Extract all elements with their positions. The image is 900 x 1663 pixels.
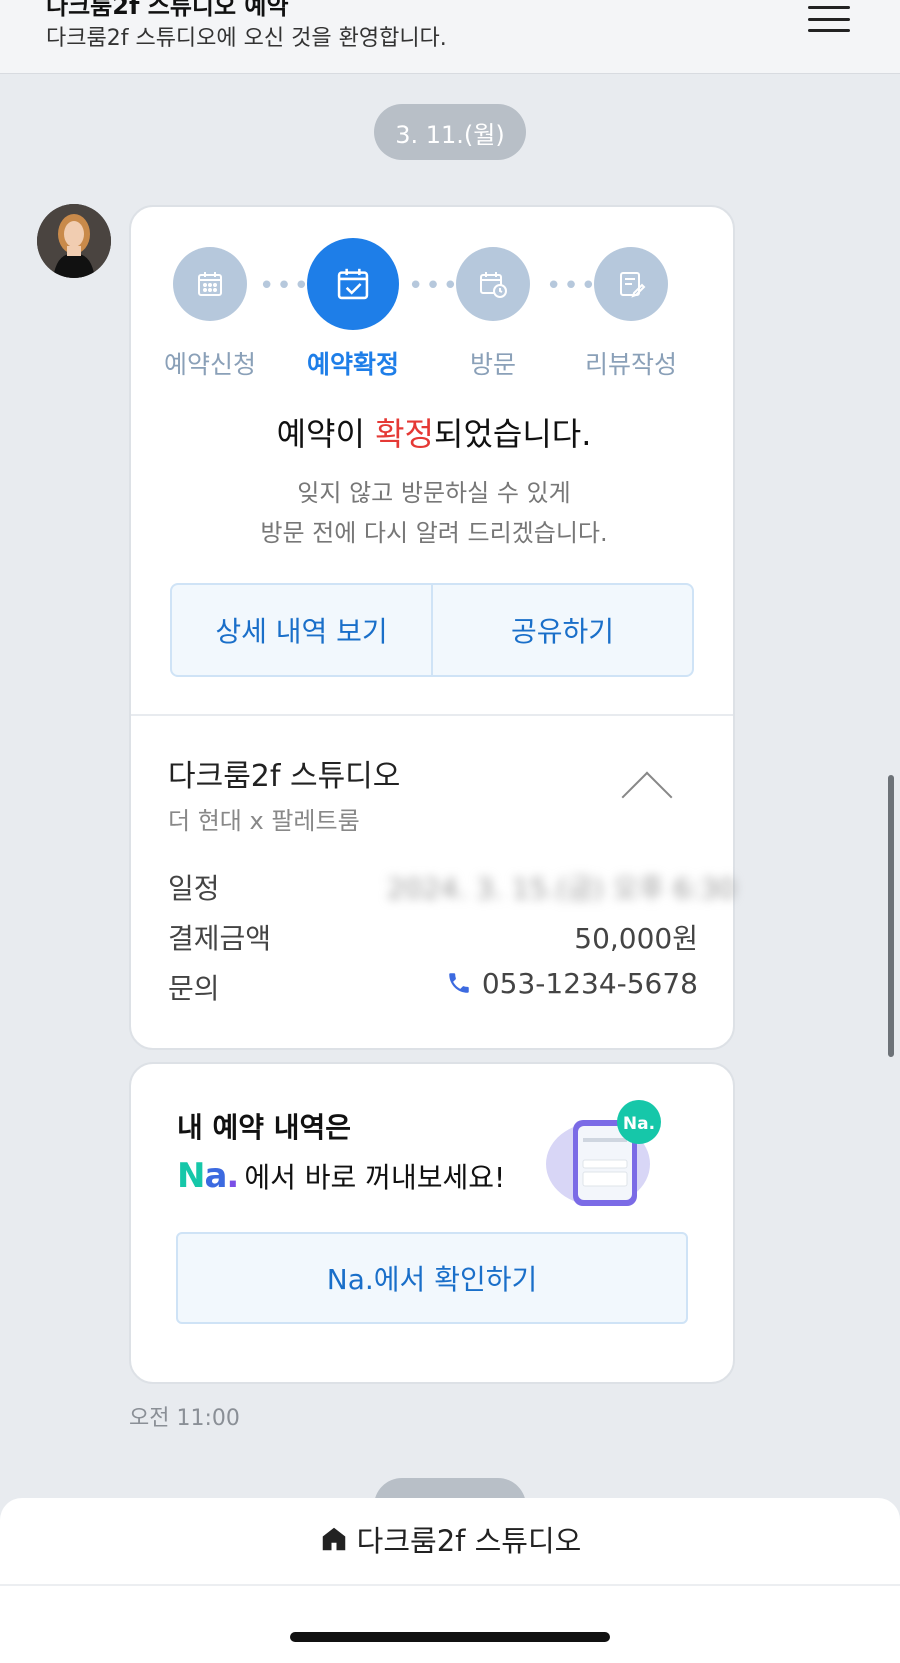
avatar[interactable] xyxy=(37,204,111,278)
header-title: 다크룸2f 스튜디오 예약 xyxy=(46,0,289,20)
step-label-review: 리뷰작성 xyxy=(584,350,677,379)
bottom-bar: 다크룸2f 스튜디오 xyxy=(0,1498,900,1663)
reservation-card: ••• ••• ••• 예약신청 예약확정 방문 리뷰작성 예약이 확정되었습니… xyxy=(129,205,737,1050)
calendar-check-icon xyxy=(307,238,399,330)
info-row-schedule: 일정 2024. 3. 15.(금) 오후 6:30 xyxy=(168,867,736,907)
home-indicator xyxy=(290,1632,610,1642)
scrollbar[interactable] xyxy=(888,775,894,1057)
chevron-up-icon[interactable] xyxy=(621,771,673,823)
step-connector: ••• xyxy=(259,271,312,301)
shop-subtitle: 더 현대 x 팔레트룸 xyxy=(168,807,360,835)
app-header: 다크룸2f 스튜디오 예약 다크룸2f 스튜디오에 오신 것을 환영합니다. xyxy=(0,0,900,74)
calendar-clock-icon xyxy=(456,247,530,321)
na-badge: Na. xyxy=(623,1114,655,1134)
na-promo-card: 내 예약 내역은 Na. 에서 바로 꺼내보세요! Na. Na.에서 확인하기 xyxy=(129,1062,735,1384)
step-connector: ••• xyxy=(408,271,461,301)
confirm-title: 예약이 확정되었습니다. xyxy=(276,415,592,453)
step-label-visit: 방문 xyxy=(469,350,516,379)
check-in-na-button[interactable]: Na.에서 확인하기 xyxy=(176,1232,688,1324)
share-button[interactable]: 공유하기 xyxy=(431,585,692,675)
step-connector: ••• xyxy=(546,271,599,301)
amount-value: 50,000원 xyxy=(574,922,698,955)
confirm-description: 잊지 않고 방문하실 수 있게 방문 전에 다시 알려 드리겠습니다. xyxy=(260,479,608,547)
step-label-confirmed: 예약확정 xyxy=(306,350,399,379)
shop-name: 다크룸2f 스튜디오 xyxy=(168,759,401,794)
info-row-amount: 결제금액 50,000원 xyxy=(168,917,698,957)
phone-icon xyxy=(449,973,469,993)
hamburger-menu-icon[interactable] xyxy=(808,6,850,32)
na-promo-title: 내 예약 내역은 xyxy=(177,1111,352,1144)
message-time: 오전 11:00 xyxy=(129,1406,240,1431)
date-pill: 3. 11.(월) xyxy=(374,104,526,160)
step-label-request: 예약신청 xyxy=(163,350,256,379)
phone-illustration: Na. xyxy=(543,1098,663,1210)
na-promo-line: Na. 에서 바로 꺼내보세요! xyxy=(177,1156,506,1196)
home-icon xyxy=(322,1527,345,1551)
calendar-icon xyxy=(173,247,247,321)
view-details-button[interactable]: 상세 내역 보기 xyxy=(172,585,431,675)
divider xyxy=(131,714,733,716)
info-row-contact: 문의 053-1234-5678 xyxy=(168,967,698,1005)
edit-note-icon xyxy=(594,247,668,321)
schedule-value: 2024. 3. 15.(금) 오후 6:30 xyxy=(386,872,736,905)
header-subtitle: 다크룸2f 스튜디오에 오신 것을 환영합니다. xyxy=(46,26,447,51)
contact-link[interactable]: 053-1234-5678 xyxy=(446,967,698,1000)
na-logo: Na. xyxy=(177,1156,239,1196)
divider xyxy=(0,1584,900,1586)
action-buttons: 상세 내역 보기 공유하기 xyxy=(170,583,694,677)
reservation-steps: ••• ••• ••• 예약신청 예약확정 방문 리뷰작성 xyxy=(131,238,737,387)
home-link[interactable]: 다크룸2f 스튜디오 xyxy=(0,1518,900,1560)
